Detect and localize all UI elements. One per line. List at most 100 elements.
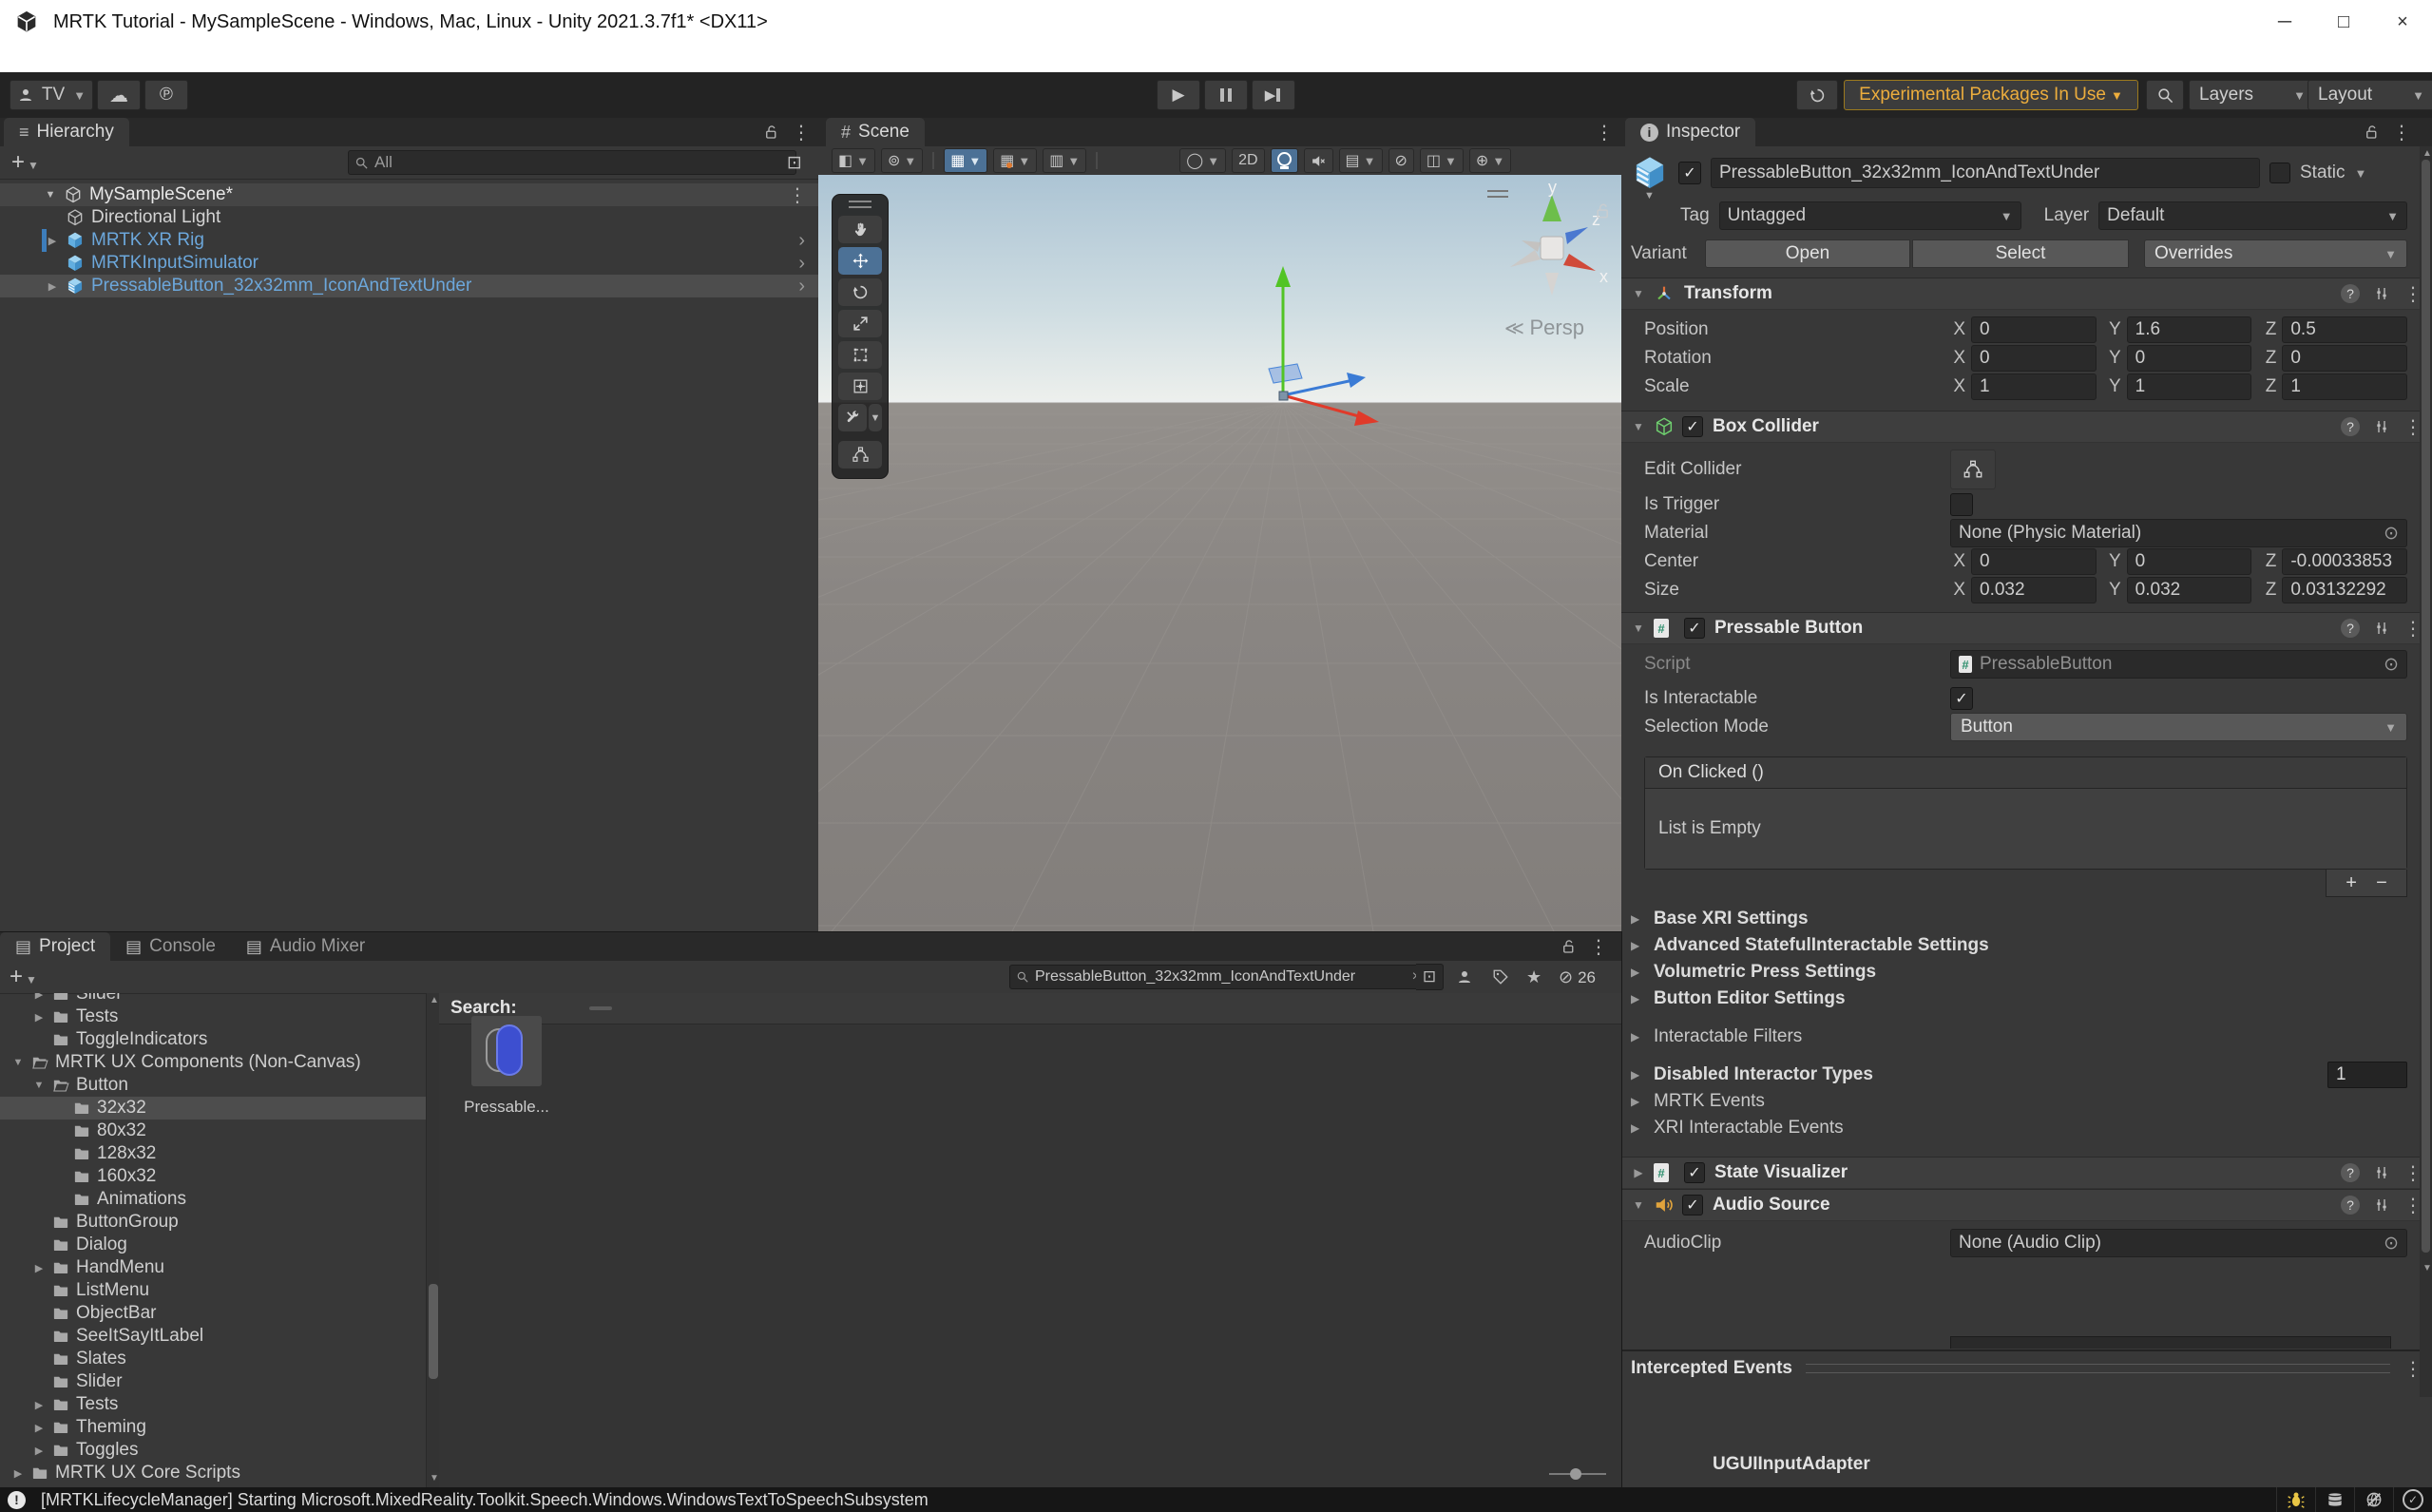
save-search-button[interactable]: ⊡ xyxy=(1416,964,1444,990)
cache-server-button[interactable] xyxy=(2315,1487,2354,1512)
project-folder-row[interactable]: 128x32 xyxy=(0,1142,426,1165)
scroll-down-icon[interactable]: ▼ xyxy=(430,1473,439,1483)
expand-arrow-icon[interactable] xyxy=(8,1057,29,1068)
audio-source-header[interactable]: ▼ ✓ Audio Source ? ⋮ xyxy=(1621,1189,2432,1221)
pressable-button-header[interactable]: ▼ # ✓ Pressable Button ? ⋮ xyxy=(1621,612,2432,644)
foldout-arrow-icon[interactable]: ▼ xyxy=(1631,622,1646,635)
snap-increment-button[interactable]: ▥▼ xyxy=(1043,148,1086,173)
inspector-scrollbar[interactable]: ▲ ▼ xyxy=(2420,146,2432,1397)
is-interactable-checkbox[interactable]: ✓ xyxy=(1950,687,1973,710)
z-field[interactable]: 1 xyxy=(2282,373,2407,400)
label-icon[interactable] xyxy=(1492,967,1509,987)
hierarchy-scene-row[interactable]: ▼ MySampleScene* ⋮ xyxy=(0,183,818,206)
search-button[interactable] xyxy=(2146,80,2184,110)
effects-dropdown[interactable]: ▤▼ xyxy=(1339,148,1383,173)
project-folder-row[interactable]: ListMenu xyxy=(0,1279,426,1302)
expand-arrow-icon[interactable] xyxy=(29,1445,49,1457)
move-tool-button[interactable] xyxy=(838,247,882,275)
project-folder-row[interactable]: SeeItSayItLabel xyxy=(0,1325,426,1348)
y-field[interactable]: 0 xyxy=(2127,345,2252,372)
inspector-foldout[interactable]: ▶ Volumetric Press Settings xyxy=(1621,959,2432,986)
overrides-dropdown[interactable]: Overrides▼ xyxy=(2144,239,2407,268)
static-dropdown-icon[interactable]: ▼ xyxy=(2355,166,2367,181)
project-folder-row[interactable]: 160x32 xyxy=(0,1165,426,1188)
box-collider-header[interactable]: ▼ ✓ Box Collider ? ⋮ xyxy=(1621,411,2432,443)
expand-arrow-icon[interactable] xyxy=(8,1467,29,1480)
project-folder-row[interactable]: Animations xyxy=(0,1188,426,1211)
layout-dropdown[interactable]: Layout ▼ xyxy=(2308,80,2432,110)
move-gizmo[interactable] xyxy=(1179,251,1427,441)
add-event-button[interactable]: + xyxy=(2346,872,2357,894)
rect-tool-button[interactable] xyxy=(838,341,882,369)
cloud-button[interactable]: ☁ xyxy=(97,80,141,110)
project-tree-scrollbar[interactable]: ▲ ▼ xyxy=(426,993,440,1488)
size-x-field[interactable]: 0.032 xyxy=(1971,577,2097,603)
camera-settings-dropdown[interactable]: ◫▼ xyxy=(1420,148,1464,173)
enabled-checkbox[interactable]: ✓ xyxy=(1684,1162,1705,1183)
help-icon[interactable]: ? xyxy=(2341,619,2360,638)
project-search-input[interactable]: PressableButton_32x32mm_IconAndTextUnder… xyxy=(1009,965,1427,989)
variant-open-button[interactable]: Open xyxy=(1705,239,1910,268)
help-icon[interactable]: ? xyxy=(2341,284,2360,303)
foldout-value-field[interactable]: 1 xyxy=(2327,1062,2407,1088)
custom-tool-dropdown[interactable]: ▼ xyxy=(869,404,882,431)
inspector-foldout[interactable]: ▶ XRI Interactable Events xyxy=(1621,1115,2432,1141)
inspector-foldout[interactable]: ▶ Interactable Filters xyxy=(1621,1024,2432,1050)
tab-inspector[interactable]: i Inspector xyxy=(1625,118,1755,146)
project-folder-row[interactable]: 80x32 xyxy=(0,1120,426,1142)
remove-event-button[interactable]: − xyxy=(2376,872,2387,894)
create-button[interactable]: +▼ xyxy=(10,964,37,990)
foldout-arrow-icon[interactable]: ▼ xyxy=(1631,1198,1646,1212)
lock-icon[interactable] xyxy=(1561,938,1578,955)
inspector-foldout[interactable]: ▶ Disabled Interactor Types 1 xyxy=(1621,1062,2432,1088)
project-folder-row[interactable]: MRTK UX Components (Non-Canvas) xyxy=(0,1051,426,1074)
audioclip-object-field[interactable]: None (Audio Clip)⊙ xyxy=(1950,1229,2407,1257)
gizmo-lock-icon[interactable] xyxy=(1594,200,1613,221)
progress-status-button[interactable]: ✓ xyxy=(2393,1487,2432,1512)
project-folder-row[interactable]: Tests xyxy=(0,1005,426,1028)
undo-history-button[interactable] xyxy=(1796,80,1838,110)
inspector-foldout[interactable]: ▶ Button Editor Settings xyxy=(1621,986,2432,1012)
gameobject-name-field[interactable]: PressableButton_32x32mm_IconAndTextUnder xyxy=(1711,158,2260,188)
expand-arrow-icon[interactable] xyxy=(42,280,63,293)
grid-visibility-button[interactable]: ▦▼ xyxy=(944,148,987,173)
persp-label[interactable]: ≪ Persp xyxy=(1504,316,1584,340)
kebab-menu-icon[interactable]: ⋮ xyxy=(792,121,811,144)
kebab-menu-icon[interactable]: ⋮ xyxy=(2392,121,2411,144)
grid-snap-button[interactable]: ▦▼ xyxy=(993,148,1037,173)
transform-header[interactable]: ▼ Transform ? ⋮ xyxy=(1621,278,2432,310)
project-folder-row[interactable]: Tests xyxy=(0,1393,426,1416)
lock-icon[interactable] xyxy=(2364,124,2381,141)
prefab-open-chevron[interactable]: › xyxy=(798,230,805,252)
play-button[interactable]: ▶ xyxy=(1157,80,1200,110)
project-tab[interactable]: ▤ Audio Mixer xyxy=(231,932,380,961)
create-button[interactable]: +▼ xyxy=(11,149,39,176)
lock-icon[interactable] xyxy=(763,124,780,141)
view-tool-button[interactable] xyxy=(838,216,882,243)
preset-icon[interactable] xyxy=(2373,1164,2390,1181)
project-folder-row[interactable]: Slider xyxy=(0,1370,426,1393)
hierarchy-search-input[interactable]: All xyxy=(348,150,796,175)
x-field[interactable]: 0 xyxy=(1971,316,2097,343)
preset-icon[interactable] xyxy=(2373,418,2390,435)
scroll-up-icon[interactable]: ▲ xyxy=(2422,148,2432,159)
search-scope[interactable] xyxy=(542,1006,565,1010)
object-picker-icon[interactable]: ⊙ xyxy=(2384,1233,2399,1254)
scene-viewport[interactable]: ▼ y z x xyxy=(818,175,1621,931)
project-folder-row[interactable]: 32x32 xyxy=(0,1097,426,1120)
plastic-scm-button[interactable]: ℗ xyxy=(144,80,188,110)
pause-button[interactable] xyxy=(1204,80,1248,110)
gizmos-dropdown[interactable]: ⊕▼ xyxy=(1469,148,1511,173)
scroll-up-icon[interactable]: ▲ xyxy=(430,995,439,1005)
draw-mode-dropdown[interactable]: ◯▼ xyxy=(1179,148,1226,173)
y-field[interactable]: 1.6 xyxy=(2127,316,2252,343)
hierarchy-item[interactable]: PressableButton_32x32mm_IconAndTextUnder… xyxy=(0,275,818,297)
center-y-field[interactable]: 0 xyxy=(2127,548,2252,575)
project-folder-row[interactable]: Toggles xyxy=(0,1439,426,1462)
prefab-open-chevron[interactable]: › xyxy=(798,253,805,275)
project-folder-row[interactable]: Theming xyxy=(0,1416,426,1439)
inspector-foldout[interactable]: ▶ Base XRI Settings xyxy=(1621,906,2432,932)
project-folder-row[interactable]: Slider xyxy=(0,993,426,1005)
maximize-button[interactable]: □ xyxy=(2314,0,2373,44)
project-folder-row[interactable]: Slates xyxy=(0,1348,426,1370)
